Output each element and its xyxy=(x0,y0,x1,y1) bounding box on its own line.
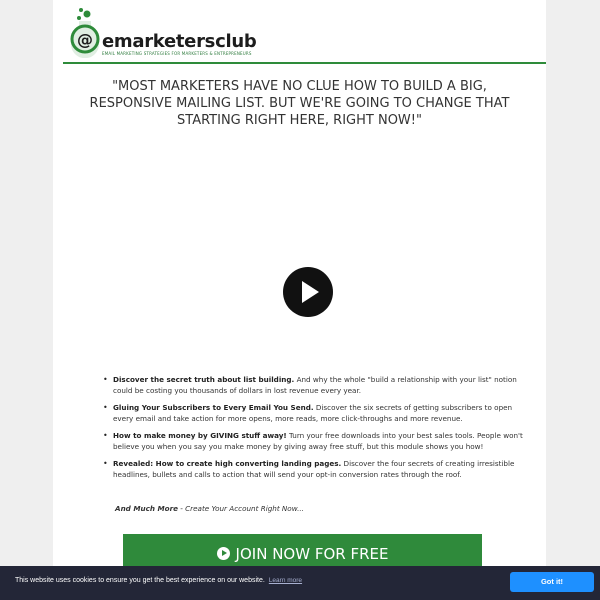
list-item-title: Discover the secret truth about list bui… xyxy=(113,375,295,384)
site-logo[interactable]: @ emarketersclub EMAIL MARKETING STRATEG… xyxy=(67,6,257,58)
list-item: How to make money by GIVING stuff away! … xyxy=(103,431,523,452)
logo-flask-icon: @ xyxy=(70,8,100,58)
list-item-title: Gluing Your Subscribers to Every Email Y… xyxy=(113,403,314,412)
play-button[interactable] xyxy=(283,267,333,317)
list-item-title: Revealed: How to create high converting … xyxy=(113,459,342,468)
join-now-label: JOIN NOW FOR FREE xyxy=(235,545,389,563)
list-item: Revealed: How to create high converting … xyxy=(103,459,523,480)
cookie-accept-button[interactable]: Got it! xyxy=(510,572,594,592)
cookie-message: This website uses cookies to ensure you … xyxy=(15,577,302,584)
header-divider xyxy=(63,62,546,64)
video-player[interactable] xyxy=(63,142,536,360)
page-headline: "MOST MARKETERS HAVE NO CLUE HOW TO BUIL… xyxy=(89,79,510,128)
logo-tagline: EMAIL MARKETING STRATEGIES FOR MARKETERS… xyxy=(102,51,252,56)
list-item-title: How to make money by GIVING stuff away! xyxy=(113,431,287,440)
page-container: @ emarketersclub EMAIL MARKETING STRATEG… xyxy=(53,0,546,600)
svg-text:@: @ xyxy=(77,30,93,49)
more-rest: - Create Your Account Right Now... xyxy=(178,504,304,513)
list-item: Gluing Your Subscribers to Every Email Y… xyxy=(103,403,523,424)
site-header: @ emarketersclub EMAIL MARKETING STRATEG… xyxy=(53,0,546,64)
list-item: Discover the secret truth about list bui… xyxy=(103,375,523,396)
and-much-more-text: And Much More - Create Your Account Righ… xyxy=(115,504,304,513)
benefits-list: Discover the secret truth about list bui… xyxy=(103,375,523,487)
cookie-text: This website uses cookies to ensure you … xyxy=(15,577,265,584)
more-bold: And Much More xyxy=(115,504,178,513)
logo-wordmark: emarketersclub xyxy=(102,31,257,52)
arrow-circle-right-icon xyxy=(216,547,230,560)
learn-more-link[interactable]: Learn more xyxy=(269,577,302,584)
play-icon xyxy=(302,281,319,303)
